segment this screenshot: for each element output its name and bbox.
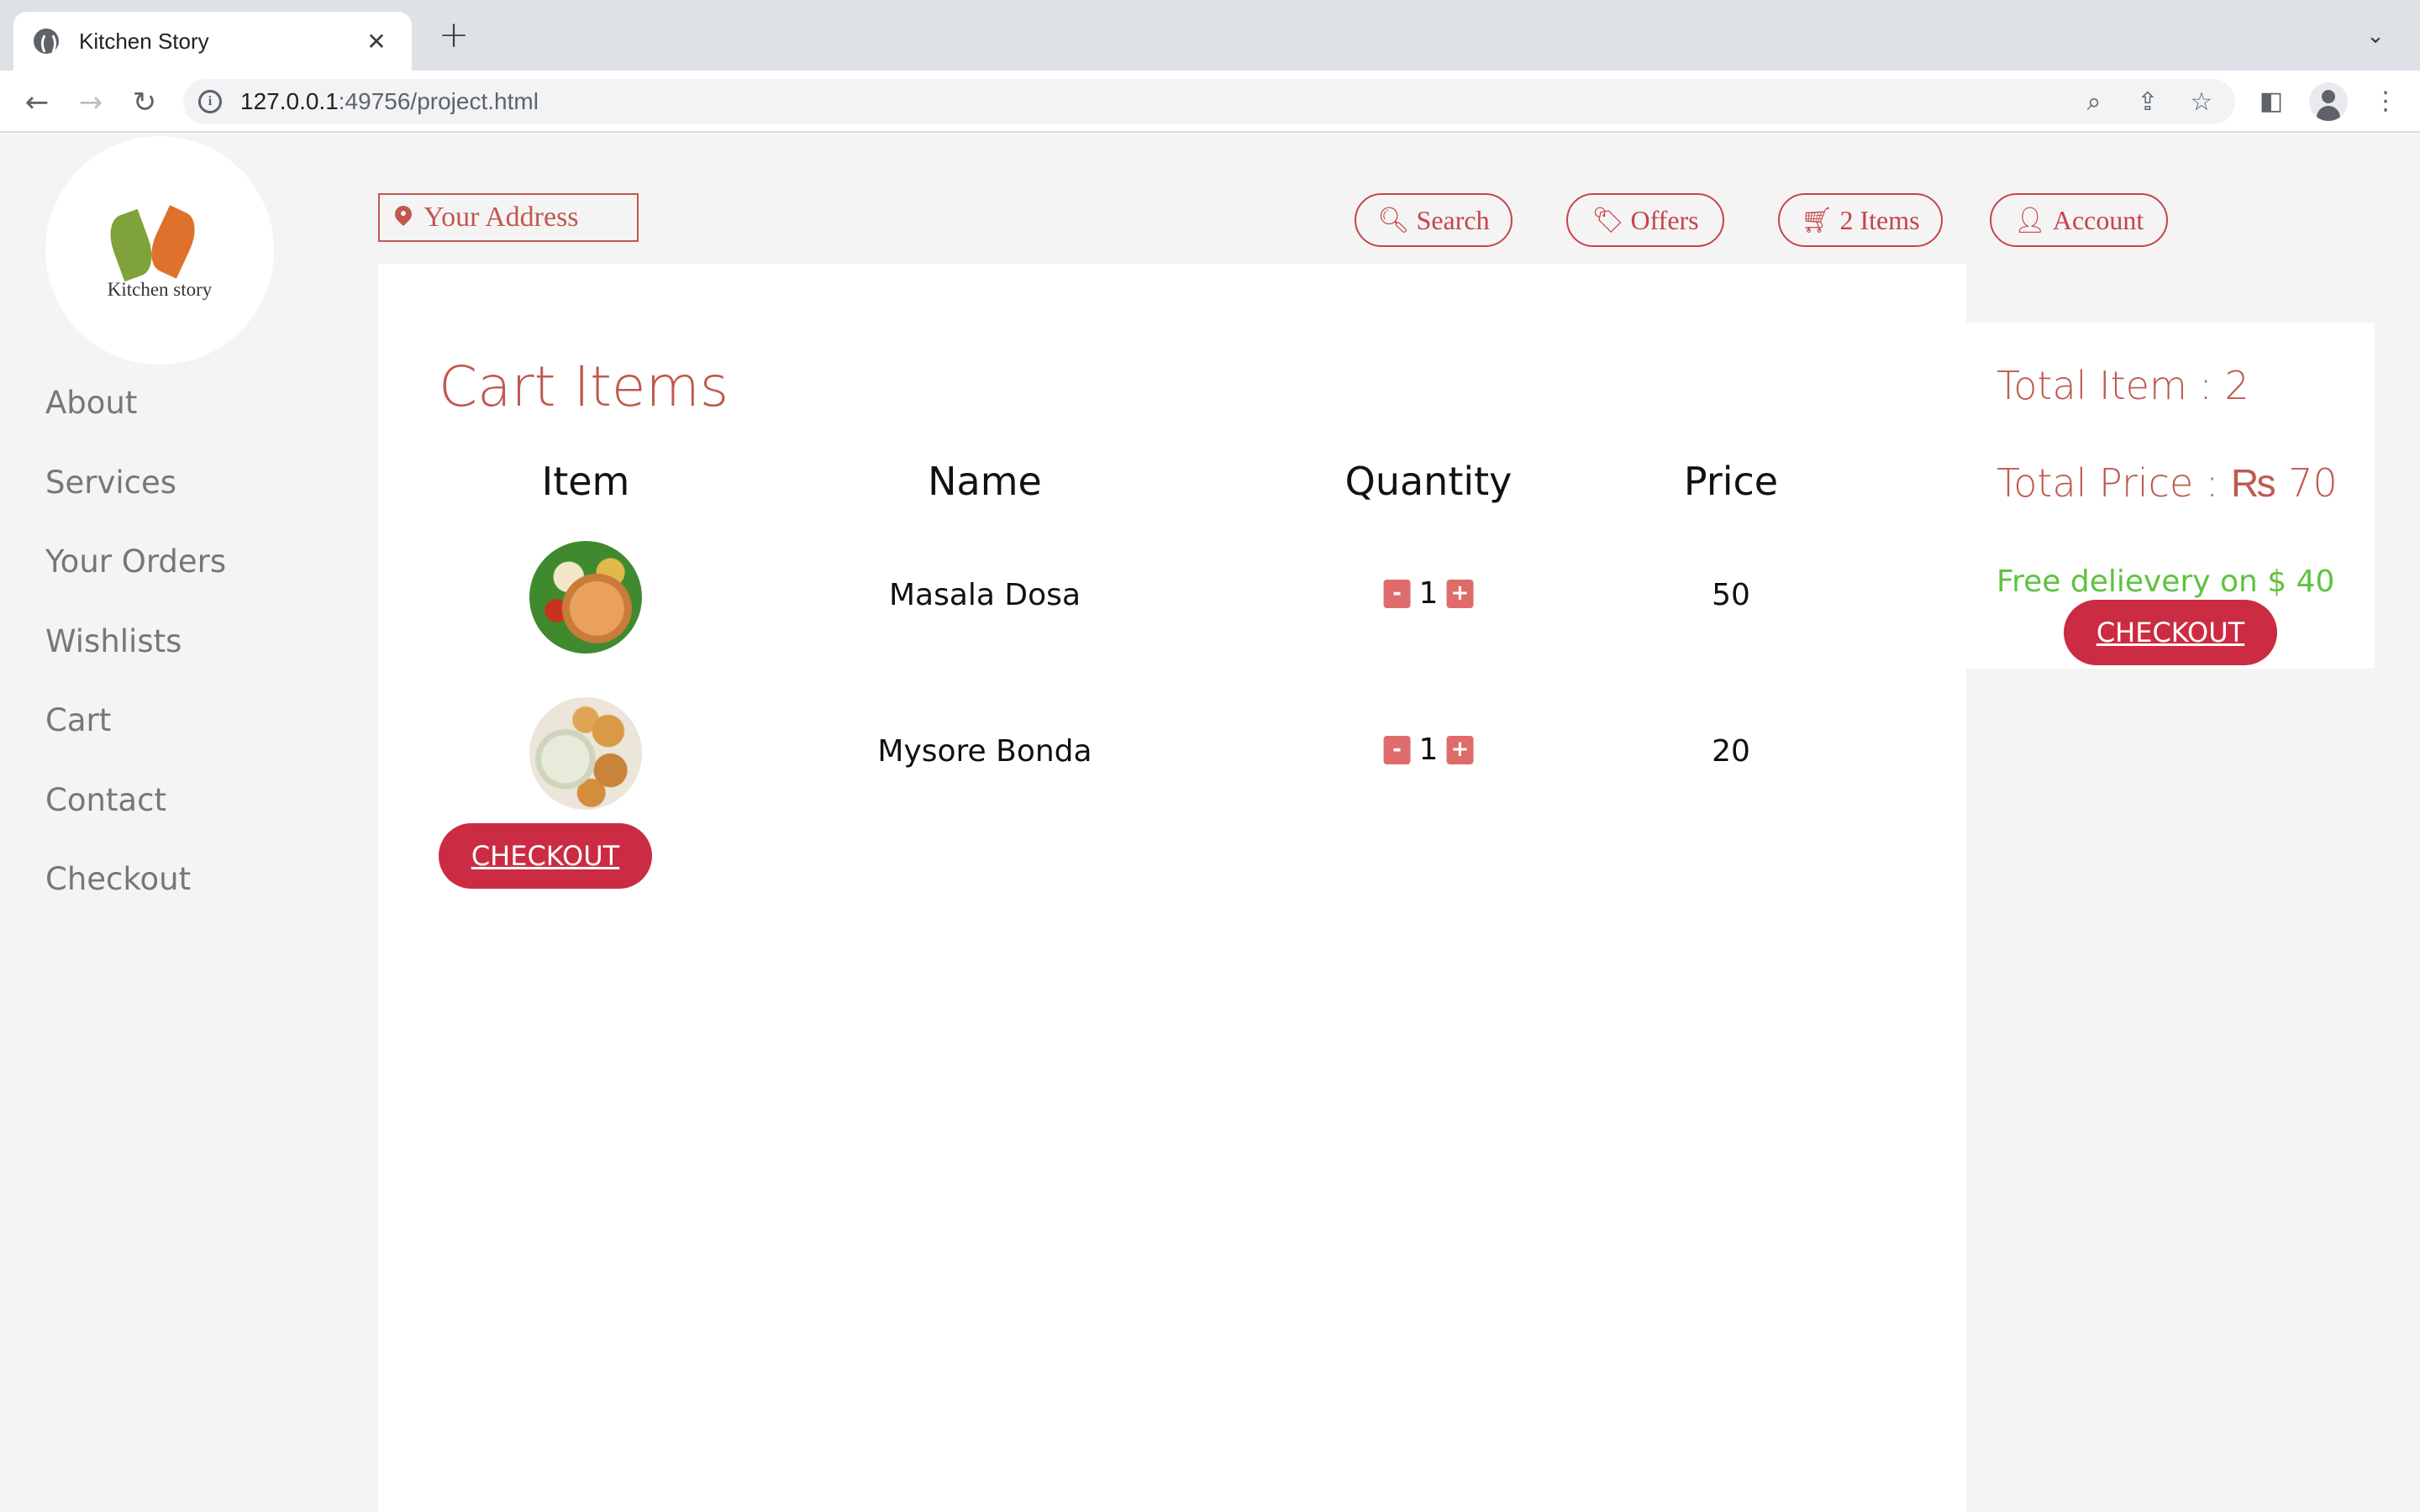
map-marker-icon	[395, 206, 412, 229]
decrease-quantity-button[interactable]: -	[1383, 579, 1411, 608]
quantity-value: 1	[1418, 576, 1439, 611]
close-tab-icon[interactable]: ✕	[361, 28, 392, 55]
checkout-button[interactable]: CHECKOUT	[439, 823, 652, 889]
logo[interactable]: Kitchen story	[45, 136, 274, 365]
mysore-bonda-image	[529, 697, 642, 810]
column-header-price: Price	[1683, 459, 1779, 504]
info-icon[interactable]: i	[198, 90, 222, 113]
increase-quantity-button[interactable]: +	[1446, 579, 1474, 608]
summary-checkout-button[interactable]: CHECKOUT	[2064, 600, 2277, 665]
decrease-quantity-button[interactable]: -	[1383, 735, 1411, 764]
sidebar-item-wishlists[interactable]: Wishlists	[45, 623, 226, 703]
total-price: Total Price : ₨ 70	[1996, 460, 2338, 506]
page: Kitchen story About Services Your Orders…	[0, 133, 2420, 1512]
browser-toolbar: ← → ↻ i 127.0.0.1:49756/project.html ⌕ ⇪…	[0, 71, 2420, 133]
sidebar-nav: About Services Your Orders Wishlists Car…	[45, 385, 226, 941]
item-price: 20	[1712, 734, 1750, 769]
address-input[interactable]: Your Address	[378, 193, 639, 242]
chevron-down-icon[interactable]: ⌄	[2363, 24, 2388, 49]
url-text: 127.0.0.1:49756/project.html	[240, 88, 539, 114]
cart-panel: Cart Items Item Name Quantity Price Masa…	[378, 264, 1966, 1512]
order-summary: Total Item : 2 Total Price : ₨ 70 Free d…	[1966, 323, 2375, 669]
forward-icon[interactable]: →	[72, 84, 109, 121]
more-menu-icon[interactable]: ⋮	[2368, 84, 2403, 119]
profile-avatar[interactable]	[2309, 82, 2348, 121]
total-items: Total Item : 2	[1996, 363, 2249, 408]
quantity-stepper: - 1 +	[1383, 576, 1474, 611]
share-icon[interactable]: ⇪	[2133, 87, 2163, 118]
address-bar[interactable]: i 127.0.0.1:49756/project.html ⌕ ⇪ ☆	[183, 79, 2235, 124]
cart-button[interactable]: 🛒︎ 2 Items	[1778, 193, 1943, 247]
page-title: Cart Items	[439, 354, 729, 419]
account-button[interactable]: 👤︎ Account	[1990, 193, 2168, 247]
item-name: Masala Dosa	[888, 578, 1081, 612]
column-header-name: Name	[928, 459, 1042, 504]
sidebar-item-contact[interactable]: Contact	[45, 782, 226, 862]
browser-tab[interactable]: Kitchen Story ✕	[13, 12, 412, 71]
tags-icon: 🏷︎	[1591, 206, 1624, 234]
search-button[interactable]: 🔍︎ Search	[1355, 193, 1512, 247]
address-placeholder: Your Address	[424, 202, 579, 233]
browser-tab-strip: Kitchen Story ✕ + ⌄	[0, 0, 2420, 71]
column-header-quantity: Quantity	[1344, 459, 1512, 504]
tab-title: Kitchen Story	[79, 28, 209, 54]
sidebar-item-about[interactable]: About	[45, 385, 226, 465]
globe-icon	[34, 29, 59, 55]
side-panel-icon[interactable]: ◧	[2254, 84, 2289, 119]
sidebar-item-services[interactable]: Services	[45, 465, 226, 544]
sidebar-item-your-orders[interactable]: Your Orders	[45, 543, 226, 623]
sidebar-item-cart[interactable]: Cart	[45, 702, 226, 782]
leaf-spoon-icon	[103, 208, 160, 282]
back-icon[interactable]: ←	[18, 84, 55, 121]
column-header-item: Item	[541, 459, 630, 504]
masala-dosa-image	[529, 541, 642, 654]
increase-quantity-button[interactable]: +	[1446, 735, 1474, 764]
user-circle-icon: 👤︎	[2013, 206, 2046, 234]
search-icon: 🔍︎	[1377, 206, 1410, 234]
reload-icon[interactable]: ↻	[126, 84, 163, 121]
logo-text: Kitchen story	[107, 279, 213, 300]
cart-icon: 🛒︎	[1801, 206, 1833, 234]
offers-button[interactable]: 🏷︎ Offers	[1566, 193, 1724, 247]
quantity-value: 1	[1418, 732, 1439, 767]
bookmark-star-icon[interactable]: ☆	[2186, 87, 2217, 118]
quantity-stepper: - 1 +	[1383, 732, 1474, 767]
leaf-fork-icon	[143, 205, 203, 279]
free-delivery-note: Free delievery on $ 40	[1996, 564, 2335, 599]
sidebar-item-checkout[interactable]: Checkout	[45, 861, 226, 941]
new-tab-icon[interactable]: +	[435, 17, 472, 54]
zoom-icon[interactable]: ⌕	[2079, 87, 2109, 118]
item-name: Mysore Bonda	[877, 734, 1092, 769]
item-price: 50	[1712, 578, 1750, 612]
